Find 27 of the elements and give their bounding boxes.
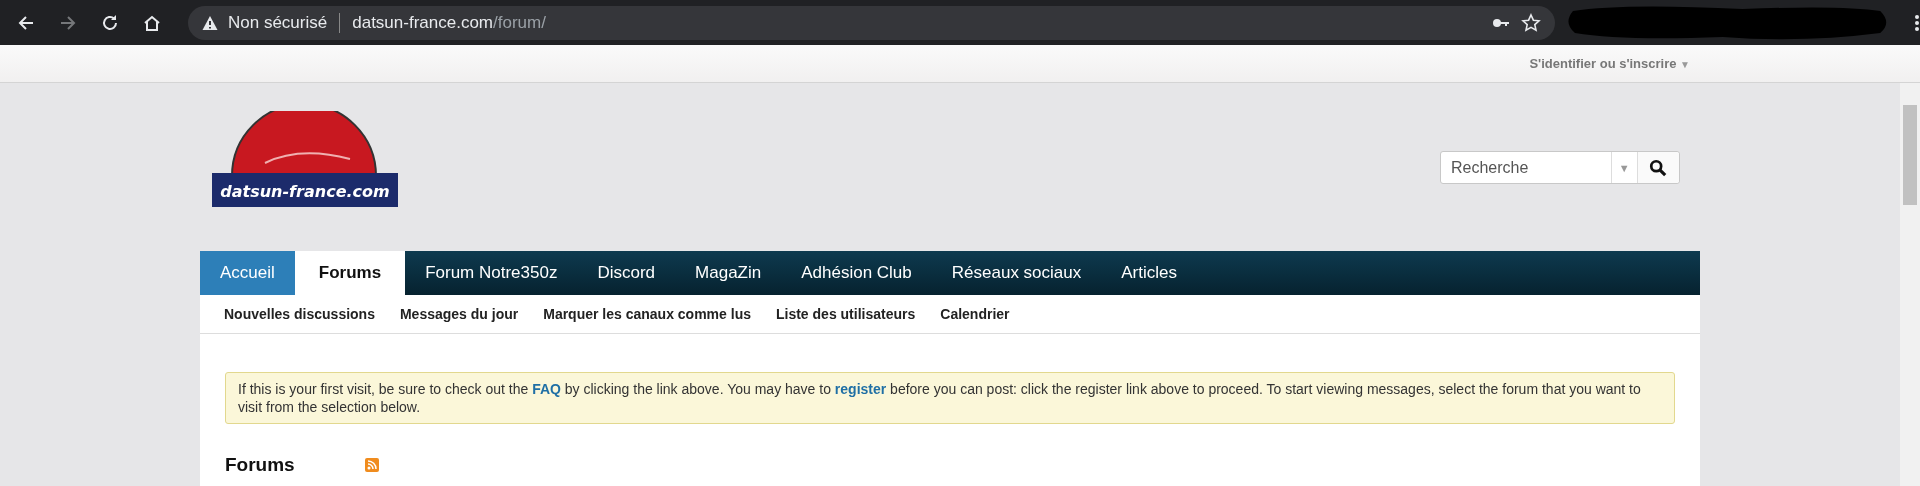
- nav-tab[interactable]: MagaZin: [675, 251, 782, 295]
- register-link[interactable]: register: [834, 381, 887, 397]
- faq-link[interactable]: FAQ: [532, 381, 561, 397]
- url-text: datsun-france.com/forum/: [352, 12, 546, 33]
- search-button[interactable]: [1636, 152, 1679, 183]
- subnav-link[interactable]: Marquer les canaux comme lus: [543, 306, 751, 322]
- menu-icon[interactable]: [1914, 12, 1920, 33]
- nav-tab[interactable]: Articles: [1101, 251, 1197, 295]
- scrollbar[interactable]: [1900, 83, 1920, 486]
- nav-tab[interactable]: Discord: [577, 251, 676, 295]
- search-icon: [1649, 158, 1668, 177]
- notice-text: If this is your first visit, be sure to check out the FAQ by clicking the link above. You may have to register before you can post: click the register link above to proceed. To start viewing messages, select the forum that you want to visit from the selection below.: [238, 380, 1642, 416]
- login-link[interactable]: S'identifier ou s'inscrire ▼: [1529, 56, 1690, 71]
- nav-tab[interactable]: Réseaux sociaux: [931, 251, 1102, 295]
- subnav-link[interactable]: Calendrier: [940, 306, 1010, 322]
- star-icon[interactable]: [1520, 12, 1541, 33]
- nav-tab[interactable]: Adhésion Club: [781, 251, 932, 295]
- subnav-link[interactable]: Liste des utilisateurs: [776, 306, 916, 322]
- nav-tab[interactable]: Forum Notre350z: [405, 251, 578, 295]
- subnav-link[interactable]: Messages du jour: [399, 306, 519, 322]
- address-bar[interactable]: Non sécurisé datsun-france.com/forum/: [188, 5, 1555, 40]
- subnav-link[interactable]: Nouvelles discussions: [224, 306, 375, 322]
- security-label: Non sécurisé: [228, 12, 328, 33]
- nav-tab[interactable]: Accueil: [200, 251, 295, 295]
- warning-icon: [202, 14, 218, 31]
- section-title: Forums: [225, 454, 295, 476]
- nav-tab[interactable]: Forums: [294, 251, 406, 295]
